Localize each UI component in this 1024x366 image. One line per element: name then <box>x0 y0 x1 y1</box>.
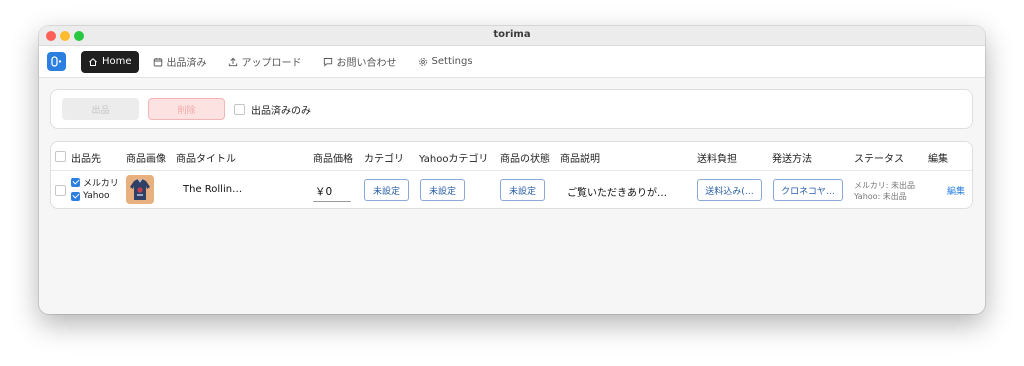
header-image: 商品画像 <box>126 154 166 165</box>
edit-link[interactable]: 編集 <box>947 184 965 197</box>
calendar-icon <box>153 57 162 66</box>
header-destination: 出品先 <box>71 154 101 165</box>
shipping-method-button[interactable]: クロネコヤ… <box>773 179 843 201</box>
listed-only-label: 出品済みのみ <box>251 105 311 117</box>
status-mercari: メルカリ: 未出品 <box>854 181 915 190</box>
nav-settings-label: Settings <box>431 56 473 67</box>
category-button[interactable]: 未設定 <box>364 179 409 201</box>
table-header: 出品先 商品画像 商品タイトル 商品価格 カテゴリ Yahooカテゴリ 商品の状… <box>51 142 972 171</box>
header-yahoo-category: Yahooカテゴリ <box>419 154 489 165</box>
nav-contact[interactable]: お問い合わせ <box>316 51 404 73</box>
publish-button[interactable]: 出品 <box>62 98 139 120</box>
nav-contact-label: お問い合わせ <box>336 58 397 69</box>
destination-yahoo[interactable]: Yahoo <box>71 191 110 201</box>
home-icon <box>89 57 97 66</box>
row-select-checkbox[interactable] <box>55 185 66 196</box>
listing-status: メルカリ: 未出品 Yahoo: 未出品 <box>854 180 915 202</box>
product-title[interactable]: The Rollin… <box>183 184 242 195</box>
header-title: 商品タイトル <box>176 154 236 165</box>
product-thumbnail[interactable] <box>126 175 154 204</box>
select-all-checkbox[interactable] <box>55 151 66 162</box>
yahoo-label: Yahoo <box>83 191 110 201</box>
header-shipping-fee: 送料負担 <box>697 154 737 165</box>
nav-home[interactable]: Home <box>81 50 139 73</box>
nav-settings[interactable]: Settings <box>411 51 480 73</box>
gear-icon <box>418 57 427 66</box>
nav-bar: Home 出品済み アップロード お問い合わせ Settings <box>39 46 985 78</box>
header-edit: 編集 <box>928 154 948 165</box>
action-toolbar: 出品 削除 出品済みのみ <box>50 89 973 129</box>
app-window: torima Home 出品済み アップロード お問い合わせ Settings … <box>39 26 985 314</box>
header-description: 商品説明 <box>560 154 600 165</box>
price-input[interactable]: ￥0 <box>313 180 351 202</box>
header-shipping-method: 発送方法 <box>772 154 812 165</box>
table-row[interactable]: メルカリ Yahoo The Rollin… ￥0 未設定 未設定 未設定 ご覧… <box>51 171 972 209</box>
header-price: 商品価格 <box>313 154 353 165</box>
nav-upload[interactable]: アップロード <box>221 51 309 73</box>
nav-upload-label: アップロード <box>241 58 302 69</box>
header-condition: 商品の状態 <box>500 154 550 165</box>
shipping-fee-button[interactable]: 送料込み(… <box>697 179 762 201</box>
title-bar: torima <box>39 26 985 46</box>
window-title: torima <box>493 29 531 40</box>
mercari-checkbox[interactable] <box>71 178 80 187</box>
listed-only-checkbox[interactable] <box>234 103 245 115</box>
mercari-label: メルカリ <box>83 179 119 189</box>
header-category: カテゴリ <box>364 154 404 165</box>
product-description[interactable]: ご覧いただきありが… <box>567 184 667 199</box>
listed-only-filter[interactable]: 出品済みのみ <box>234 102 311 117</box>
nav-listed[interactable]: 出品済み <box>146 51 214 73</box>
delete-button[interactable]: 削除 <box>148 98 225 120</box>
app-logo-icon <box>47 52 66 71</box>
yahoo-checkbox[interactable] <box>71 191 80 201</box>
nav-home-label: Home <box>102 56 132 67</box>
yahoo-category-button[interactable]: 未設定 <box>420 179 465 201</box>
products-table: 出品先 商品画像 商品タイトル 商品価格 カテゴリ Yahooカテゴリ 商品の状… <box>50 141 973 209</box>
chat-icon <box>323 57 332 67</box>
destination-mercari[interactable]: メルカリ <box>71 176 119 189</box>
header-status: ステータス <box>854 154 904 165</box>
condition-button[interactable]: 未設定 <box>500 179 545 201</box>
upload-icon <box>228 57 237 66</box>
nav-listed-label: 出品済み <box>166 58 207 69</box>
status-yahoo: Yahoo: 未出品 <box>854 192 907 201</box>
